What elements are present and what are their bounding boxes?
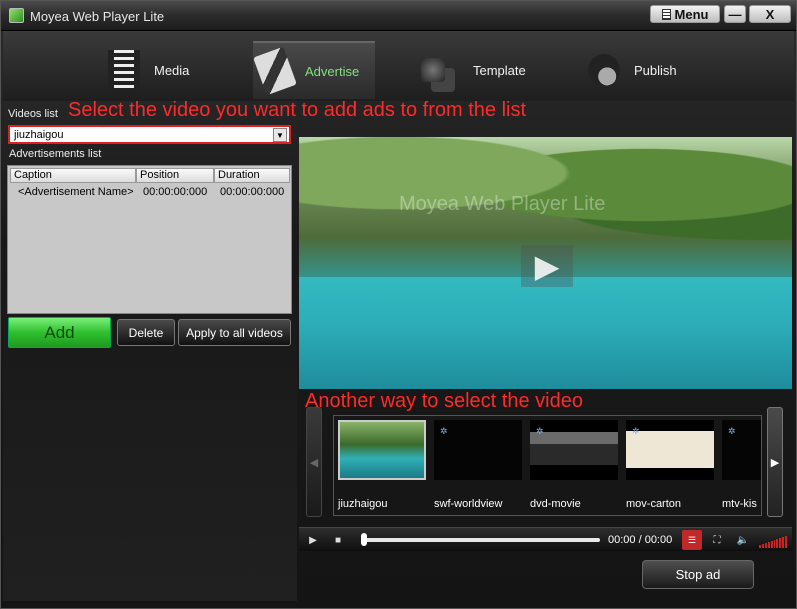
thumbnail-image: [338, 420, 426, 480]
thumbnail-caption: jiuzhaigou: [338, 498, 388, 510]
apply-to-all-button[interactable]: Apply to all videos: [178, 319, 291, 346]
thumbnail-caption: mtv-kis: [722, 498, 757, 510]
tab-label: Media: [154, 62, 190, 78]
ad-caption-cell: <Advertisement Name>: [18, 186, 134, 198]
ads-table: Caption Position Duration <Advertisement…: [7, 165, 292, 314]
close-button[interactable]: X: [749, 5, 791, 23]
select-video-hint: Select the video you want to add ads to …: [68, 99, 527, 121]
volume-icon[interactable]: 🔈: [735, 532, 751, 548]
thumbnail-item[interactable]: jiuzhaigou: [334, 416, 428, 515]
clapper-icon: [253, 46, 297, 96]
progress-handle[interactable]: [361, 533, 367, 546]
moyea-logo-icon: ✲: [728, 426, 736, 436]
column-header-duration[interactable]: Duration: [214, 168, 290, 183]
app-logo-icon: [9, 8, 24, 23]
selected-video: jiuzhaigou: [14, 129, 64, 141]
ad-duration-cell: 00:00:00:000: [220, 186, 285, 198]
thumbnail-prev-button[interactable]: ◀: [306, 407, 322, 517]
thumbnail-image: ✲: [434, 420, 522, 480]
thumbnail-next-button[interactable]: ▶: [767, 407, 783, 517]
videos-list-label: Videos list: [8, 108, 58, 120]
column-header-position[interactable]: Position: [136, 168, 214, 183]
thumbnail-caption: dvd-movie: [530, 498, 581, 510]
thumbnail-image: ✲: [626, 420, 714, 480]
main-tab-bar: Media Advertise Template Publish: [3, 31, 794, 101]
menu-icon: [661, 8, 671, 20]
tab-label: Publish: [634, 62, 677, 78]
progress-bar[interactable]: [362, 538, 600, 542]
moyea-logo-icon: ✲: [440, 426, 448, 436]
time-display: 00:00 / 00:00: [608, 534, 673, 546]
volume-slider[interactable]: [759, 534, 788, 548]
caption-icon[interactable]: ☰: [682, 530, 702, 550]
thumbnail-image: ✲: [530, 420, 618, 480]
tab-media[interactable]: Media: [108, 41, 238, 99]
alternate-select-hint: Another way to select the video: [305, 390, 583, 412]
delete-button[interactable]: Delete: [117, 319, 175, 346]
tab-label: Template: [473, 62, 526, 78]
column-header-caption[interactable]: Caption: [10, 168, 136, 183]
film-icon: [108, 50, 140, 90]
menu-button[interactable]: Menu: [650, 5, 720, 23]
play-icon[interactable]: ▶: [305, 532, 321, 548]
thumbnail-strip: jiuzhaigou ✲ swf-worldview ✲ dvd-movie ✲…: [333, 415, 762, 516]
title-bar: Moyea Web Player Lite Menu — X: [1, 1, 796, 31]
tab-advertise[interactable]: Advertise: [253, 41, 375, 99]
menu-label: Menu: [674, 6, 709, 22]
video-select-dropdown[interactable]: jiuzhaigou ▼: [8, 125, 291, 144]
stop-icon[interactable]: ■: [330, 532, 346, 548]
preview-water: [299, 277, 792, 389]
thumbnail-image: ✲: [722, 420, 761, 480]
template-icon: [421, 58, 445, 82]
player-controls: ▶ ■ 00:00 / 00:00 ☰ ⛶ 🔈: [299, 527, 792, 551]
publish-icon: [588, 54, 620, 86]
video-preview[interactable]: Moyea Web Player Lite ▶: [299, 137, 792, 389]
app-window: Moyea Web Player Lite Menu — X Media Adv…: [0, 0, 797, 609]
play-overlay-button[interactable]: ▶: [521, 245, 573, 287]
thumbnail-item[interactable]: ✲ mov-carton: [622, 416, 716, 515]
tab-template[interactable]: Template: [421, 41, 551, 99]
thumbnail-item[interactable]: ✲ mtv-kis: [718, 416, 761, 515]
window-title: Moyea Web Player Lite: [30, 9, 165, 24]
ads-list-label: Advertisements list: [9, 148, 102, 160]
thumbnail-item[interactable]: ✲ dvd-movie: [526, 416, 620, 515]
thumbnail-caption: mov-carton: [626, 498, 682, 510]
tab-label: Advertise: [305, 63, 360, 79]
moyea-logo-icon: ✲: [536, 426, 544, 436]
stop-ad-button[interactable]: Stop ad: [642, 560, 754, 589]
ad-position-cell: 00:00:00:000: [143, 186, 208, 198]
moyea-logo-icon: ✲: [632, 426, 640, 436]
thumbnail-item[interactable]: ✲ swf-worldview: [430, 416, 524, 515]
add-button[interactable]: Add: [8, 317, 111, 348]
fullscreen-icon[interactable]: ⛶: [709, 532, 725, 548]
dropdown-arrow-icon[interactable]: ▼: [273, 128, 287, 142]
watermark: Moyea Web Player Lite: [399, 193, 606, 215]
minimize-button[interactable]: —: [724, 5, 746, 23]
thumbnail-caption: swf-worldview: [434, 498, 503, 510]
tab-publish[interactable]: Publish: [588, 41, 718, 99]
